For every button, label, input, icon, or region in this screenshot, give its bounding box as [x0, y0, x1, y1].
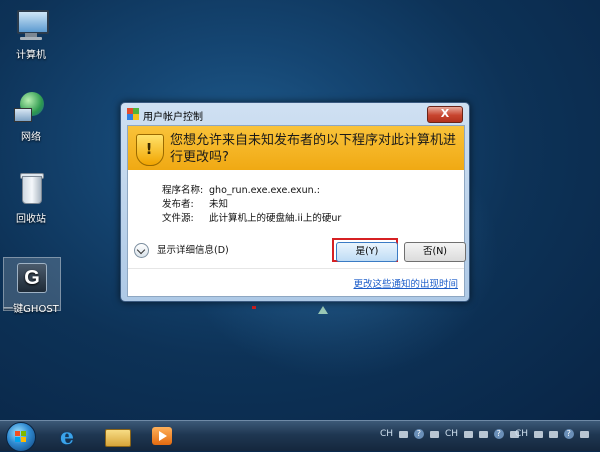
keyboard-icon [463, 430, 473, 438]
uac-dialog: 用户帐户控制 X ! 您想允许来自未知发布者的以下程序对此计算机进行更改吗? 程… [120, 102, 470, 302]
tray-group[interactable]: CH ? [380, 429, 442, 443]
media-player-icon [152, 427, 172, 445]
keyboard-icon [478, 430, 488, 438]
detail-key: 程序名称: [162, 185, 204, 196]
network-icon [14, 90, 48, 124]
taskbar-explorer-button[interactable] [102, 423, 132, 449]
close-button[interactable]: X [427, 106, 463, 123]
yes-button[interactable]: 是(Y) [336, 242, 398, 262]
chevron-down-icon [134, 243, 149, 258]
shield-small-icon [127, 108, 139, 120]
tray-group[interactable]: CH ? [445, 429, 522, 443]
folder-icon [105, 429, 131, 447]
taskbar-ie-button[interactable]: e [55, 423, 85, 450]
keyboard-icon [548, 430, 558, 438]
help-icon: ? [413, 429, 424, 439]
detail-row-publisher: 发布者: 未知 [162, 198, 341, 212]
taskbar: e CH ? CH ? CH ? [0, 420, 600, 452]
settings-icon [579, 430, 589, 438]
desktop-icon-ghost[interactable]: G 一键GHOST [3, 262, 59, 315]
banner-question: 您想允许来自未知发布者的以下程序对此计算机进行更改吗? [170, 133, 457, 165]
show-details-toggle[interactable]: 显示详细信息(D) [134, 242, 229, 260]
language-indicator: CH [380, 429, 394, 439]
dialog-titlebar[interactable]: 用户帐户控制 X [121, 103, 469, 125]
dialog-content: ! 您想允许来自未知发布者的以下程序对此计算机进行更改吗? 程序名称: gho_… [127, 125, 466, 297]
keyboard-icon [533, 430, 543, 438]
taskbar-media-player-button[interactable] [147, 423, 177, 449]
windows-logo-icon [15, 431, 27, 443]
detail-key: 发布者: [162, 199, 194, 210]
ghost-icon-glyph: G [17, 263, 47, 293]
detail-key: 文件源: [162, 213, 194, 224]
keyboard-icon [398, 430, 408, 438]
detail-row-program: 程序名称: gho_run.exe.exe.exun.: [162, 184, 341, 198]
stray-mark [252, 306, 256, 309]
internet-explorer-icon: e [60, 424, 74, 450]
detail-value: 未知 [209, 199, 229, 210]
program-details: 程序名称: gho_run.exe.exe.exun.: 发布者: 未知 文件源… [162, 184, 341, 226]
recycle-bin-icon [14, 172, 48, 206]
language-indicator: CH [515, 429, 529, 439]
desktop-icon-label: 计算机 [16, 50, 46, 61]
no-button[interactable]: 否(N) [404, 242, 466, 262]
desktop-icon-computer[interactable]: 计算机 [3, 8, 59, 61]
show-details-label: 显示详细信息(D) [157, 245, 229, 256]
ghost-icon: G [14, 262, 48, 296]
help-icon: ? [563, 429, 574, 439]
settings-icon [429, 430, 439, 438]
detail-row-source: 文件源: 此计算机上的硬盘紬.ii上的硬ur [162, 212, 341, 226]
notification-settings-link[interactable]: 更改这些通知的出现时间 [353, 276, 458, 290]
detail-value: gho_run.exe.exe.exun.: [209, 185, 320, 196]
desktop-icon-label: 网络 [21, 132, 41, 143]
desktop-icon-network[interactable]: 网络 [3, 90, 59, 143]
language-indicator: CH [445, 429, 459, 439]
detail-value: 此计算机上的硬盘紬.ii上的硬ur [209, 213, 342, 224]
mouse-cursor-icon [318, 306, 328, 314]
desktop-icon-label: 回收站 [16, 214, 46, 225]
tray-group[interactable]: CH ? [515, 429, 592, 443]
desktop-icon-recycle-bin[interactable]: 回收站 [3, 172, 59, 225]
warning-shield-icon: ! [136, 134, 164, 166]
desktop: 计算机 网络 回收站 G 一键GHOST 用户帐户控制 X ! 您想允许来自未知… [0, 0, 600, 420]
help-icon: ? [493, 429, 504, 439]
warning-banner: ! 您想允许来自未知发布者的以下程序对此计算机进行更改吗? [128, 126, 464, 170]
divider [128, 268, 464, 269]
dialog-title: 用户帐户控制 [143, 112, 203, 123]
desktop-icon-label: 一键GHOST [3, 304, 59, 315]
start-button[interactable] [6, 422, 36, 452]
computer-icon [14, 8, 49, 42]
